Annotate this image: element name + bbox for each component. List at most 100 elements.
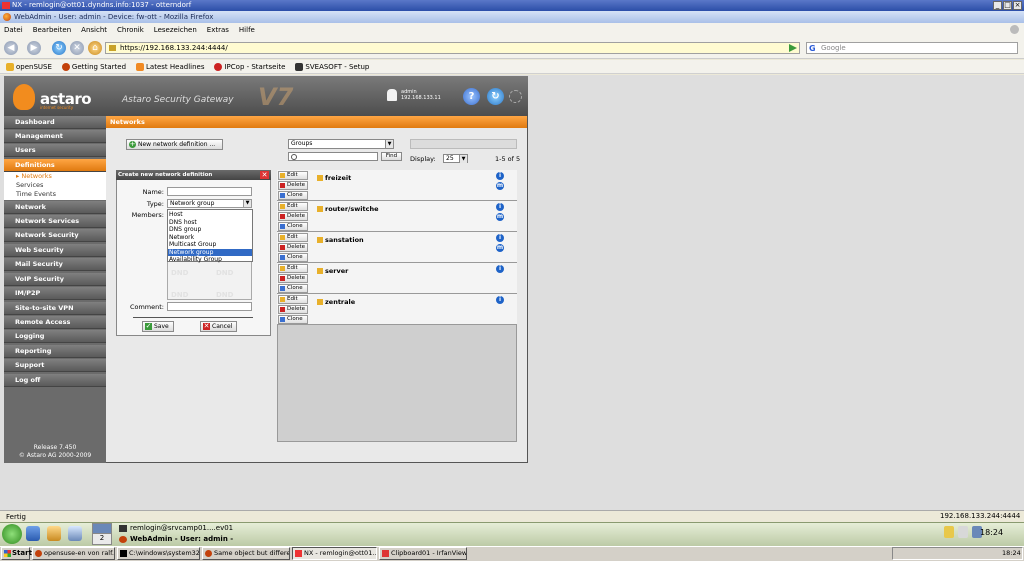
- info-icon[interactable]: i: [496, 203, 504, 211]
- clone-button[interactable]: Clone: [278, 284, 308, 293]
- taskbar-item-cmd[interactable]: C:\windows\system32\c...: [117, 547, 200, 560]
- sidebar-item-network-security[interactable]: Network Security: [4, 229, 106, 242]
- sidebar-item-remote-access[interactable]: Remote Access: [4, 316, 106, 329]
- type-select[interactable]: Network group ▼: [167, 199, 252, 208]
- delete-button[interactable]: Delete: [278, 212, 308, 221]
- menu-datei[interactable]: Datei: [4, 26, 23, 34]
- type-filter-select[interactable]: Groups ▼: [288, 139, 394, 149]
- pager-desktop-2[interactable]: 2: [93, 534, 111, 542]
- desktop-pager[interactable]: 2: [92, 523, 112, 545]
- save-button[interactable]: ✓ Save: [142, 321, 174, 332]
- kde-task-webadmin[interactable]: WebAdmin - User: admin -: [118, 534, 233, 545]
- stop-icon[interactable]: ✕: [70, 41, 84, 55]
- delete-button[interactable]: Delete: [278, 305, 308, 314]
- option-dns-group[interactable]: DNS group: [168, 226, 252, 234]
- sidebar-item-management[interactable]: Management: [4, 130, 106, 143]
- sidebar-item-mail-security[interactable]: Mail Security: [4, 258, 106, 271]
- bookmark-ipcop[interactable]: IPCop - Startseite: [214, 62, 285, 71]
- windows-clock[interactable]: 18:24: [1002, 549, 1021, 557]
- start-button[interactable]: Start: [1, 547, 32, 560]
- bookmark-sveasoft[interactable]: SVEASOFT - Setup: [295, 62, 369, 71]
- konqueror-icon[interactable]: [68, 526, 82, 541]
- pager-desktop-1[interactable]: [93, 524, 111, 534]
- menu-ansicht[interactable]: Ansicht: [81, 26, 107, 34]
- info-icon[interactable]: i: [496, 296, 504, 304]
- kde-task-remlogin[interactable]: remlogin@srvcamp01....ev01: [118, 523, 233, 534]
- search-box[interactable]: G Google: [806, 42, 1018, 54]
- info-icon[interactable]: i: [496, 172, 504, 180]
- taskbar-item-same-object[interactable]: Same object but differen...: [202, 547, 290, 560]
- cancel-button[interactable]: ✕ Cancel: [200, 321, 238, 332]
- sidebar-item-im-p2p[interactable]: IM/P2P: [4, 287, 106, 300]
- home-folder-icon[interactable]: [47, 526, 61, 541]
- address-bar[interactable]: https://192.168.133.244:4444/: [105, 42, 800, 54]
- home-icon[interactable]: ⌂: [88, 41, 102, 55]
- kde-clock[interactable]: 18:24: [980, 528, 1003, 537]
- sidebar-item-web-security[interactable]: Web Security: [4, 244, 106, 257]
- clone-button[interactable]: Clone: [278, 253, 308, 262]
- info-icon[interactable]: i: [496, 265, 504, 273]
- delete-button[interactable]: Delete: [278, 243, 308, 252]
- sidebar-subitem-services[interactable]: Services: [4, 181, 106, 190]
- info-icon[interactable]: m: [496, 213, 504, 221]
- taskbar-item-opensuse[interactable]: opensuse-en von ralf.pr...: [32, 547, 115, 560]
- minimize-button[interactable]: _: [993, 1, 1002, 10]
- sidebar-item-logging[interactable]: Logging: [4, 330, 106, 343]
- name-field[interactable]: [167, 187, 252, 196]
- option-network[interactable]: Network: [168, 234, 252, 242]
- find-button[interactable]: Find: [381, 152, 402, 161]
- kde-menu-icon[interactable]: [2, 524, 22, 544]
- sidebar-subitem-time-events[interactable]: Time Events: [4, 190, 106, 200]
- info-icon[interactable]: m: [496, 244, 504, 252]
- reload-icon[interactable]: ↻: [487, 88, 504, 105]
- sidebar-item-support[interactable]: Support: [4, 359, 106, 372]
- edit-button[interactable]: Edit: [278, 264, 308, 273]
- edit-button[interactable]: Edit: [278, 171, 308, 180]
- display-count-select[interactable]: 25 ▼: [443, 154, 468, 163]
- search-input[interactable]: [288, 152, 378, 161]
- option-host[interactable]: Host: [168, 211, 252, 219]
- bookmark-opensuse[interactable]: openSUSE: [6, 62, 52, 71]
- sidebar-item-users[interactable]: Users: [4, 144, 106, 157]
- delete-button[interactable]: Delete: [278, 181, 308, 190]
- info-icon[interactable]: m: [496, 182, 504, 190]
- sidebar-item-definitions[interactable]: Definitions: [4, 159, 106, 172]
- menu-bearbeiten[interactable]: Bearbeiten: [33, 26, 71, 34]
- reload-icon[interactable]: ↻: [52, 41, 66, 55]
- delete-button[interactable]: Delete: [278, 274, 308, 283]
- new-network-definition-button[interactable]: + New network definition ...: [126, 139, 223, 150]
- sidebar-subitem-networks[interactable]: ▸ Networks: [4, 172, 106, 181]
- option-dns-host[interactable]: DNS host: [168, 219, 252, 227]
- go-arrow-icon[interactable]: [789, 44, 797, 52]
- bookmark-getting-started[interactable]: Getting Started: [61, 62, 126, 71]
- option-network-group[interactable]: Network group: [168, 248, 252, 256]
- info-icon[interactable]: i: [496, 234, 504, 242]
- maximize-button[interactable]: □: [1003, 1, 1012, 10]
- menu-hilfe[interactable]: Hilfe: [239, 26, 255, 34]
- tray-icon[interactable]: [944, 526, 954, 538]
- taskbar-item-nx[interactable]: NX - remlogin@ott01...: [292, 547, 377, 560]
- sidebar-item-dashboard[interactable]: Dashboard: [4, 116, 106, 129]
- forward-arrow-icon[interactable]: ▶: [27, 41, 41, 55]
- edit-button[interactable]: Edit: [278, 295, 308, 304]
- sidebar-item-voip-security[interactable]: VoIP Security: [4, 273, 106, 286]
- desktop-icon[interactable]: [26, 526, 40, 541]
- google-icon[interactable]: G: [809, 44, 816, 54]
- sidebar-item-network[interactable]: Network: [4, 201, 106, 214]
- sidebar-item-log-off[interactable]: Log off: [4, 374, 106, 387]
- clone-button[interactable]: Clone: [278, 222, 308, 231]
- comment-field[interactable]: [167, 302, 252, 311]
- menu-chronik[interactable]: Chronik: [117, 26, 144, 34]
- back-arrow-icon[interactable]: ◀: [4, 41, 18, 55]
- option-multicast-group[interactable]: Multicast Group: [168, 241, 252, 249]
- sidebar-item-reporting[interactable]: Reporting: [4, 345, 106, 358]
- close-button[interactable]: ×: [1013, 1, 1022, 10]
- close-icon[interactable]: ✕: [260, 171, 269, 179]
- clone-button[interactable]: Clone: [278, 191, 308, 200]
- clone-button[interactable]: Clone: [278, 315, 308, 324]
- taskbar-item-irfanview[interactable]: Clipboard01 - IrfanView (...: [379, 547, 467, 560]
- menu-extras[interactable]: Extras: [207, 26, 229, 34]
- sidebar-item-network-services[interactable]: Network Services: [4, 215, 106, 228]
- menu-lesezeichen[interactable]: Lesezeichen: [154, 26, 197, 34]
- option-availability-group[interactable]: Availability Group: [168, 256, 252, 264]
